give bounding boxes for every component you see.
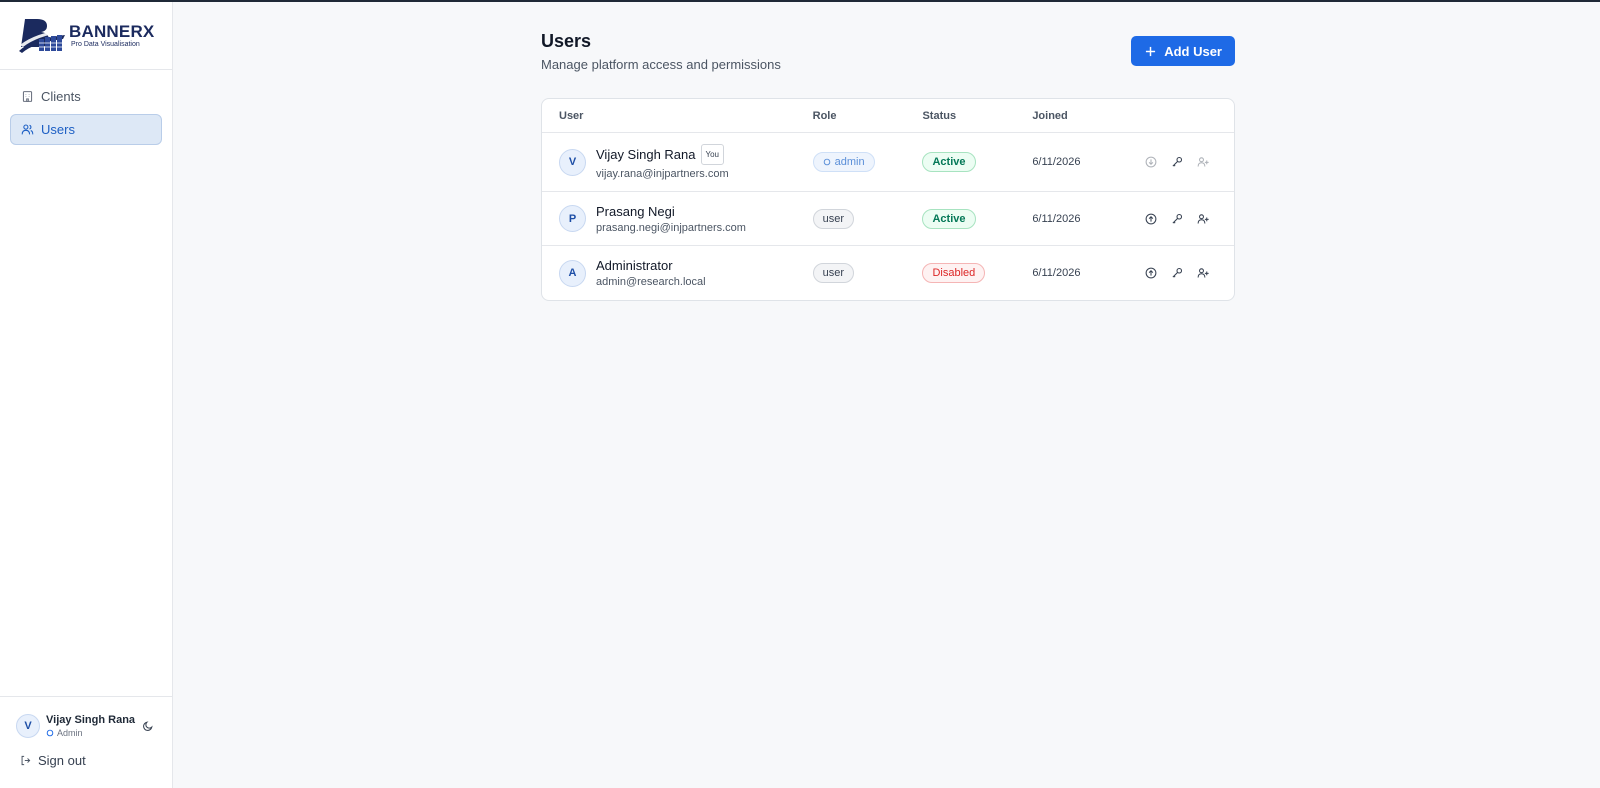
key-icon — [1172, 156, 1183, 167]
column-header-role[interactable]: Role — [813, 110, 923, 122]
toggle-access-button[interactable] — [1196, 155, 1210, 169]
theme-toggle-button[interactable] — [140, 718, 156, 734]
sidebar-item-label: Users — [41, 122, 75, 137]
brand-name: BANNERX — [69, 21, 155, 41]
you-badge: You — [700, 144, 724, 165]
sidebar-item-users[interactable]: Users — [10, 114, 162, 145]
plus-icon — [1146, 46, 1156, 56]
role-badge: user — [812, 208, 855, 229]
page-header: Users Manage platform access and permiss… — [541, 30, 1235, 72]
bannerx-logo-icon — [19, 18, 65, 53]
brand-tagline: Pro Data Visualisation — [71, 40, 140, 48]
log-out-icon — [21, 755, 31, 766]
table-header: User Role Status Joined — [542, 99, 1234, 133]
moon-icon — [143, 721, 153, 731]
table-row: V Vijay Singh Rana You vijay.rana@injpar… — [542, 133, 1234, 192]
reset-password-button[interactable] — [1170, 155, 1184, 169]
building-icon — [22, 91, 33, 102]
user-plus-icon — [1197, 268, 1209, 278]
toggle-access-button[interactable] — [1196, 212, 1210, 226]
joined-date: 6/11/2026 — [1032, 267, 1081, 279]
user-email: prasang.negi@injpartners.com — [596, 221, 746, 234]
sign-out-label: Sign out — [38, 753, 86, 768]
status-badge: Active — [922, 208, 976, 229]
brand-logo[interactable]: BANNERX Pro Data Visualisation — [0, 2, 172, 70]
current-user-role: Admin — [46, 727, 140, 739]
user-email: vijay.rana@injpartners.com — [596, 168, 729, 180]
sidebar-item-clients[interactable]: Clients — [10, 81, 162, 112]
users-icon — [21, 124, 34, 135]
arrow-up-circle-icon — [1145, 267, 1157, 279]
avatar: P — [559, 205, 586, 232]
users-table: User Role Status Joined V Vijay Singh Ra… — [541, 98, 1235, 301]
main-content: Users Manage platform access and permiss… — [541, 30, 1235, 301]
user-name: Administrator — [596, 258, 673, 273]
arrow-down-circle-icon — [1145, 156, 1157, 168]
role-label: admin — [834, 156, 865, 168]
sidebar: BANNERX Pro Data Visualisation Clients U… — [0, 2, 173, 788]
current-user-name: Vijay Singh Rana — [46, 713, 136, 726]
user-plus-icon — [1197, 157, 1209, 167]
add-user-button[interactable]: Add User — [1131, 36, 1235, 66]
status-badge: Disabled — [922, 263, 986, 283]
user-email: admin@research.local — [596, 276, 706, 288]
table-row: A Administrator admin@research.local use… — [542, 246, 1234, 300]
current-user-role-label: Admin — [57, 727, 83, 738]
toggle-role-button[interactable] — [1144, 266, 1158, 280]
user-plus-icon — [1197, 213, 1209, 224]
column-header-status[interactable]: Status — [922, 110, 1032, 122]
reset-password-button[interactable] — [1170, 212, 1184, 226]
user-name: Vijay Singh Rana — [596, 147, 696, 162]
avatar: A — [559, 259, 586, 287]
avatar: V — [16, 714, 40, 738]
role-badge: user — [812, 263, 855, 283]
sidebar-nav: Clients Users — [0, 70, 172, 158]
toggle-access-button[interactable] — [1196, 266, 1210, 280]
column-header-joined[interactable]: Joined — [1032, 110, 1144, 122]
shield-icon — [823, 158, 830, 166]
joined-date: 6/11/2026 — [1032, 156, 1081, 168]
key-icon — [1172, 267, 1183, 278]
current-user: V Vijay Singh Rana Admin — [16, 713, 156, 739]
page-subtitle: Manage platform access and permissions — [541, 57, 781, 72]
toggle-role-button[interactable] — [1144, 155, 1158, 169]
avatar: V — [559, 148, 586, 176]
key-icon — [1172, 213, 1183, 223]
page-title: Users — [541, 31, 592, 51]
sign-out-button[interactable]: Sign out — [20, 753, 156, 768]
column-header-user[interactable]: User — [559, 110, 813, 122]
status-badge: Active — [922, 152, 976, 172]
reset-password-button[interactable] — [1170, 266, 1184, 280]
sidebar-footer: V Vijay Singh Rana Admin Sign out — [0, 696, 172, 788]
role-badge: admin — [812, 152, 875, 172]
add-user-label: Add User — [1164, 43, 1222, 59]
toggle-role-button[interactable] — [1144, 212, 1158, 226]
joined-date: 6/11/2026 — [1032, 212, 1081, 225]
arrow-up-circle-icon — [1145, 213, 1157, 224]
user-name: Prasang Negi — [596, 203, 675, 219]
table-row: P Prasang Negi prasang.negi@injpartners.… — [542, 192, 1234, 246]
shield-icon — [46, 729, 54, 736]
sidebar-item-label: Clients — [41, 89, 81, 104]
